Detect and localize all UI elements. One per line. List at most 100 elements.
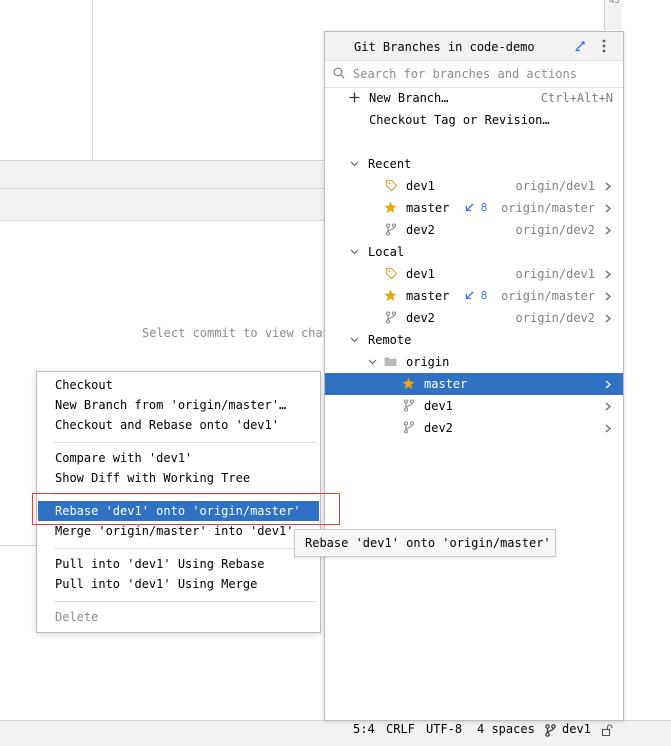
menu-item-label: Delete	[55, 610, 99, 624]
chevron-down-icon	[350, 161, 359, 167]
incoming-arrow-icon	[465, 203, 474, 212]
branch-name: dev1	[424, 399, 453, 413]
popup-title: Git Branches in code-demo	[354, 40, 535, 54]
branch-icon	[403, 399, 415, 412]
new-branch-action[interactable]: New Branch… Ctrl+Alt+N	[325, 87, 623, 109]
branch-row-remote-dev2[interactable]: dev2	[325, 417, 623, 439]
menu-item-label: Checkout	[55, 378, 113, 392]
menu-item-label: Checkout and Rebase onto 'dev1'	[55, 418, 279, 432]
menu-item-new-branch[interactable]: New Branch from 'origin/master'…	[38, 395, 319, 415]
chevron-right-icon	[605, 402, 611, 411]
branch-name: master	[406, 289, 450, 303]
menu-item-label: New Branch from 'origin/master'…	[55, 398, 287, 412]
chevron-right-icon	[605, 380, 611, 389]
line-separator[interactable]: CRLF	[386, 722, 415, 736]
chevron-right-icon	[605, 182, 611, 191]
group-recent[interactable]: Recent	[325, 153, 623, 175]
menu-item-merge[interactable]: Merge 'origin/master' into 'dev1'	[38, 521, 319, 541]
menu-item-compare[interactable]: Compare with 'dev1'	[38, 448, 319, 468]
indent-setting[interactable]: 4 spaces	[477, 722, 535, 736]
chevron-right-icon	[605, 204, 611, 213]
tag-icon	[385, 179, 398, 192]
star-icon	[384, 201, 397, 213]
incoming-count: 8	[480, 201, 488, 214]
menu-item-pull-rebase[interactable]: Pull into 'dev1' Using Rebase	[38, 554, 319, 574]
branch-row-local-dev1[interactable]: dev1 origin/dev1	[325, 263, 623, 285]
menu-item-label: Show Diff with Working Tree	[55, 471, 251, 485]
menu-separator	[54, 494, 316, 495]
folder-icon	[384, 357, 397, 367]
editor-divider	[92, 0, 93, 160]
git-branches-popup: Git Branches in code-demo New Branch… Ct…	[324, 31, 624, 721]
star-icon	[402, 377, 415, 389]
action-label: Checkout Tag or Revision…	[369, 113, 550, 127]
tooltip-text: Rebase 'dev1' onto 'origin/master'	[305, 536, 551, 550]
branch-name: dev2	[406, 311, 435, 325]
branch-row-recent-master[interactable]: master 8 origin/master	[325, 197, 623, 219]
menu-item-checkout-rebase[interactable]: Checkout and Rebase onto 'dev1'	[38, 415, 319, 435]
branch-row-recent-dev1[interactable]: dev1 origin/dev1	[325, 175, 623, 197]
branch-row-remote-master[interactable]: master	[325, 373, 623, 395]
unlock-icon[interactable]	[601, 724, 613, 736]
shortcut-label: Ctrl+Alt+N	[540, 91, 613, 105]
group-label: Remote	[368, 333, 412, 347]
branch-row-recent-dev2[interactable]: dev2 origin/dev2	[325, 219, 623, 241]
branch-name: master	[424, 377, 468, 391]
checkout-tag-action[interactable]: Checkout Tag or Revision…	[325, 109, 623, 131]
plus-icon	[349, 92, 360, 103]
tracking-branch: origin/dev1	[515, 179, 595, 193]
menu-item-delete[interactable]: Delete	[38, 607, 319, 627]
group-remote[interactable]: Remote	[325, 329, 623, 351]
commit-details-placeholder: Select commit to view chan	[142, 326, 325, 340]
branch-row-local-dev2[interactable]: dev2 origin/dev2	[325, 307, 623, 329]
tracking-branch: origin/master	[501, 289, 595, 303]
chevron-down-icon	[368, 359, 377, 365]
toolbar-band	[0, 189, 325, 221]
menu-item-label: Compare with 'dev1'	[55, 451, 193, 465]
menu-item-label: Pull into 'dev1' Using Merge	[55, 577, 258, 591]
menu-item-tooltip: Rebase 'dev1' onto 'origin/master'	[294, 529, 556, 557]
branch-context-menu: Checkout New Branch from 'origin/master'…	[36, 371, 321, 633]
toolbar-band	[0, 160, 325, 189]
file-encoding[interactable]: UTF-8	[426, 722, 462, 736]
star-icon	[384, 289, 397, 301]
incoming-commits: 8	[465, 201, 487, 214]
tracking-branch: origin/dev2	[515, 311, 595, 325]
action-label: New Branch…	[369, 91, 449, 105]
menu-item-pull-merge[interactable]: Pull into 'dev1' Using Merge	[38, 574, 319, 594]
branch-search-input[interactable]	[353, 66, 613, 82]
branch-icon	[385, 223, 397, 236]
remote-folder-origin[interactable]: origin	[325, 351, 623, 373]
branch-name: dev2	[424, 421, 453, 435]
popup-header: Git Branches in code-demo	[325, 32, 623, 61]
menu-item-rebase[interactable]: Rebase 'dev1' onto 'origin/master'	[38, 501, 319, 521]
tag-icon	[385, 267, 398, 280]
menu-item-label: Merge 'origin/master' into 'dev1'	[55, 524, 294, 538]
chevron-right-icon	[605, 270, 611, 279]
more-options-icon[interactable]	[602, 39, 606, 53]
group-label: Recent	[368, 157, 412, 171]
branch-row-local-master[interactable]: master 8 origin/master	[325, 285, 623, 307]
gutter-number: 45	[609, 0, 620, 6]
chevron-down-icon	[350, 249, 359, 255]
folder-name: origin	[406, 355, 450, 369]
caret-position[interactable]: 5:4	[353, 722, 375, 736]
menu-separator	[54, 548, 316, 549]
menu-separator	[54, 601, 316, 602]
incoming-commits: 8	[465, 289, 487, 302]
chevron-down-icon	[350, 337, 359, 343]
chevron-right-icon	[605, 314, 611, 323]
chevron-right-icon	[605, 424, 611, 433]
menu-item-show-diff[interactable]: Show Diff with Working Tree	[38, 468, 319, 488]
branch-row-remote-dev1[interactable]: dev1	[325, 395, 623, 417]
tracking-branch: origin/dev1	[515, 267, 595, 281]
branch-name: dev2	[406, 223, 435, 237]
current-branch: dev1	[562, 722, 591, 736]
edit-icon[interactable]	[574, 40, 586, 52]
menu-item-checkout[interactable]: Checkout	[38, 375, 319, 395]
incoming-count: 8	[480, 289, 488, 302]
scrollbar-gutter: 45	[604, 0, 622, 30]
branch-icon	[385, 311, 397, 324]
incoming-arrow-icon	[465, 291, 474, 300]
group-local[interactable]: Local	[325, 241, 623, 263]
